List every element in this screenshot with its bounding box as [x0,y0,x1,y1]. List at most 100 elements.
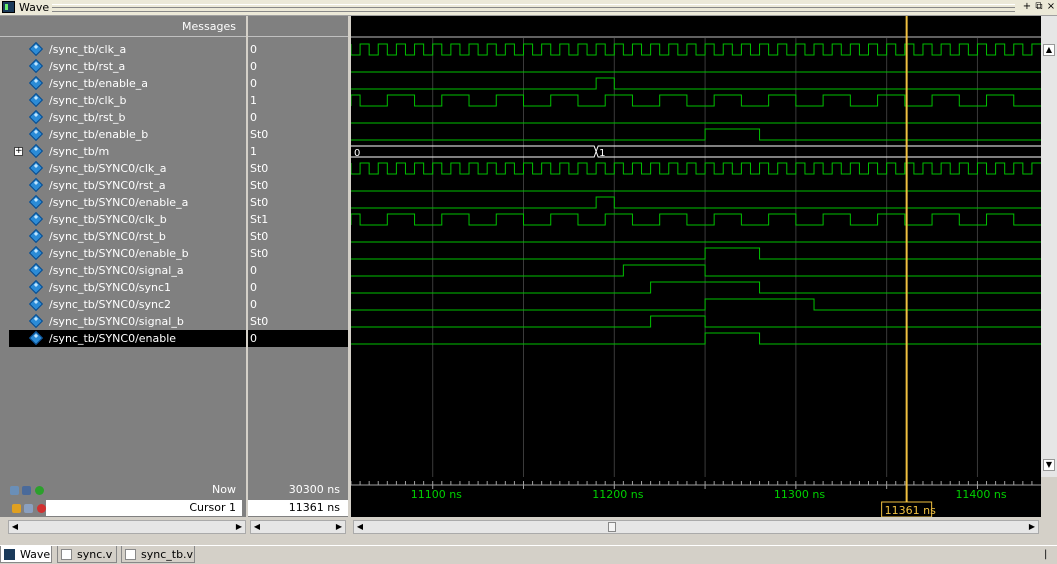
signal-icon [28,75,44,91]
wave-vertical-scrollbar[interactable]: ▲ ▼ [1041,16,1057,477]
tab-wave[interactable]: Wave [0,546,52,563]
cursor-value-field[interactable]: 11361 ns [248,500,348,516]
add-icon[interactable] [35,486,44,495]
signal-name: /sync_tb/SYNC0/enable_a [49,196,189,209]
window-title: Wave [19,1,50,14]
signal-value: 0 [250,43,257,56]
tab-label: sync.v [77,548,113,561]
dock-icon[interactable]: + [1021,1,1033,13]
clock-wave [350,94,1041,107]
signal-row[interactable]: /sync_tb/SYNC0/sync2 0 [0,296,350,313]
signal-value: 0 [250,60,257,73]
signal-name: /sync_tb/m [49,145,110,158]
wave-horizontal-scrollbar[interactable]: ◀ ▶ [353,520,1039,534]
now-value: 30300 ns [288,483,340,496]
window-titlebar: Wave + ⧉ × [0,0,1057,16]
close-icon[interactable]: × [1045,1,1057,13]
scroll-left-icon[interactable]: ◀ [9,521,21,533]
scroll-left-icon[interactable]: ◀ [354,521,366,533]
lock-icon[interactable] [12,504,21,513]
tab-sync-v[interactable]: sync.v [57,546,117,563]
signal-icon [28,296,44,312]
signal-icon [28,245,44,261]
signal-row[interactable]: /sync_tb/enable_a 0 [0,75,350,92]
signal-name: /sync_tb/SYNC0/rst_b [49,230,166,243]
signal-name: /sync_tb/rst_b [49,111,126,124]
signal-value: 1 [250,145,257,158]
waveform-canvas[interactable]: 01 [350,16,1041,477]
signal-wave [351,264,1041,277]
signal-icon [28,109,44,125]
remove-cursor-icon[interactable] [37,504,46,513]
signal-row[interactable]: /sync_tb/rst_a 0 [0,58,350,75]
signal-value: St0 [250,230,269,243]
signal-name: /sync_tb/clk_b [49,94,127,107]
signal-row[interactable]: /sync_tb/enable_b St0 [0,126,350,143]
signal-icon [28,92,44,108]
scroll-right-icon[interactable]: ▶ [1026,521,1038,533]
signal-name: /sync_tb/SYNC0/rst_a [49,179,166,192]
signal-name: /sync_tb/rst_a [49,60,126,73]
signal-row[interactable]: /sync_tb/clk_b 1 [0,92,350,109]
signal-name: /sync_tb/SYNC0/enable [49,332,177,345]
cursor-list-icon[interactable] [22,486,31,495]
signal-row[interactable]: /sync_tb/SYNC0/enable 0 [0,330,350,347]
bus-value: 1 [599,148,605,159]
signal-value: 0 [250,298,257,311]
clock-wave [350,213,1041,226]
cursor-label: Cursor 1 [189,501,236,514]
signal-row[interactable]: + /sync_tb/m 1 [0,143,350,160]
wave-scroll-thumb[interactable] [608,522,616,532]
cursor-name-field[interactable]: Cursor 1 [46,500,242,516]
signal-name: /sync_tb/enable_b [49,128,149,141]
scroll-right-icon[interactable]: ▶ [233,521,245,533]
timeline-ruler[interactable]: 11100 ns 11200 ns 11300 ns 11400 ns 11361 ns [350,477,1041,518]
timeline-svg: 11100 ns 11200 ns 11300 ns 11400 ns 11361 ns [350,477,1041,518]
signal-value: St1 [250,213,269,226]
names-horizontal-scrollbar[interactable]: ◀ ▶ [8,520,246,534]
expand-icon[interactable]: + [14,147,23,156]
scroll-down-icon[interactable]: ▼ [1043,459,1055,471]
signal-row[interactable]: /sync_tb/SYNC0/enable_a St0 [0,194,350,211]
signal-value: 0 [250,111,257,124]
signal-icon [28,228,44,244]
bus-wave [595,145,1041,158]
signal-name: /sync_tb/SYNC0/clk_b [49,213,167,226]
tab-bar-resize-icon[interactable]: | [1044,549,1047,560]
wave-header-band [351,16,1041,36]
signal-row[interactable]: /sync_tb/SYNC0/rst_a St0 [0,177,350,194]
edit-cursor-icon[interactable] [24,504,33,513]
signal-value: 1 [250,94,257,107]
signal-row[interactable]: /sync_tb/rst_b 0 [0,109,350,126]
signal-name: /sync_tb/enable_a [49,77,148,90]
tab-sync-tb-v[interactable]: sync_tb.v [121,546,195,563]
scroll-left-icon[interactable]: ◀ [251,521,263,533]
signal-value: 0 [250,264,257,277]
signal-row[interactable]: /sync_tb/clk_a 0 [0,41,350,58]
undock-icon[interactable]: ⧉ [1033,1,1045,13]
signal-name: /sync_tb/SYNC0/signal_a [49,264,184,277]
signal-value: St0 [250,196,269,209]
values-horizontal-scrollbar[interactable]: ◀ ▶ [250,520,346,534]
signal-icon [28,41,44,57]
signal-row[interactable]: /sync_tb/SYNC0/signal_a 0 [0,262,350,279]
signal-row[interactable]: /sync_tb/SYNC0/signal_b St0 [0,313,350,330]
add-cursor-icon[interactable] [10,486,19,495]
ruler-label: 11400 ns [955,488,1006,501]
signal-row[interactable]: /sync_tb/SYNC0/clk_b St1 [0,211,350,228]
signal-icon [28,58,44,74]
scroll-up-icon[interactable]: ▲ [1043,44,1055,56]
signal-row[interactable]: /sync_tb/SYNC0/clk_a St0 [0,160,350,177]
scroll-right-icon[interactable]: ▶ [333,521,345,533]
signal-name: /sync_tb/SYNC0/sync2 [49,298,172,311]
signal-name: /sync_tb/SYNC0/sync1 [49,281,172,294]
signal-wave [351,77,1041,90]
signal-icon [28,279,44,295]
signal-name: /sync_tb/clk_a [49,43,127,56]
wave-tab-icon [4,549,15,560]
signal-row[interactable]: /sync_tb/SYNC0/sync1 0 [0,279,350,296]
signal-wave [351,196,1041,209]
signal-row[interactable]: /sync_tb/SYNC0/rst_b St0 [0,228,350,245]
signal-row[interactable]: /sync_tb/SYNC0/enable_b St0 [0,245,350,262]
titlebar-grip[interactable] [52,4,1015,12]
